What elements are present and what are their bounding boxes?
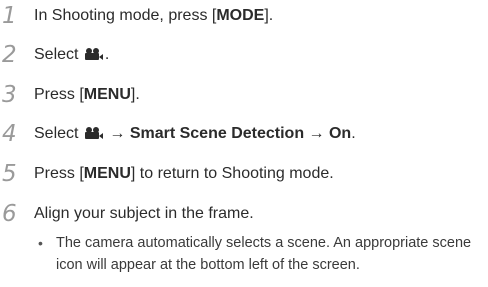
bullet-text: The camera automatically selects a scene… bbox=[56, 235, 472, 273]
step-number: 1 bbox=[2, 3, 17, 29]
step-text: Press [MENU] to return to Shooting mode. bbox=[34, 160, 334, 188]
arrow: → bbox=[104, 125, 130, 142]
step-text-part: ] to return to Shooting mode. bbox=[130, 165, 334, 182]
menu-button-label: MENU bbox=[83, 165, 131, 182]
arrow: → bbox=[304, 125, 329, 142]
step-text: Select . bbox=[34, 41, 109, 69]
step-number: 4 bbox=[2, 121, 17, 147]
step-text-part: . bbox=[351, 125, 356, 142]
step-text-part: Press [ bbox=[34, 165, 84, 182]
step-text-part: Select bbox=[34, 46, 83, 63]
menu-option-label: Smart Scene Detection bbox=[129, 125, 305, 142]
step-3: 3 Press [MENU]. bbox=[0, 81, 488, 109]
bullet-mark: • bbox=[38, 235, 43, 251]
step-1: 1 In Shooting mode, press [MODE]. bbox=[0, 2, 488, 30]
step-5: 5 Press [MENU] to return to Shooting mod… bbox=[0, 160, 488, 188]
step-text-part: Press [ bbox=[34, 86, 84, 103]
step-text-part: ]. bbox=[130, 86, 140, 103]
step-text-part: Select bbox=[34, 125, 83, 142]
step-text: Press [MENU]. bbox=[34, 81, 140, 109]
mode-button-label: MODE bbox=[216, 7, 265, 24]
menu-value-label: On bbox=[328, 125, 352, 142]
step-number: 6 bbox=[2, 201, 17, 227]
step-2: 2 Select . bbox=[0, 41, 488, 69]
step-number: 5 bbox=[2, 161, 17, 187]
step-text: Select → Smart Scene Detection → On. bbox=[34, 120, 356, 148]
step-4: 4 Select → Smart Scene Detection → On. bbox=[0, 120, 488, 148]
step-6: 6 Align your subject in the frame. bbox=[0, 200, 488, 228]
menu-button-label: MENU bbox=[83, 86, 131, 103]
step-text: Align your subject in the frame. bbox=[34, 205, 254, 222]
movie-camera-icon bbox=[84, 127, 104, 139]
step-number: 3 bbox=[2, 82, 17, 108]
movie-camera-icon bbox=[84, 48, 104, 60]
step-text-part: In Shooting mode, press [ bbox=[34, 7, 217, 24]
step-text-part: . bbox=[104, 46, 110, 63]
step-text: In Shooting mode, press [MODE]. bbox=[34, 2, 273, 30]
step-number: 2 bbox=[2, 42, 17, 68]
step-text-part: ]. bbox=[264, 7, 274, 24]
